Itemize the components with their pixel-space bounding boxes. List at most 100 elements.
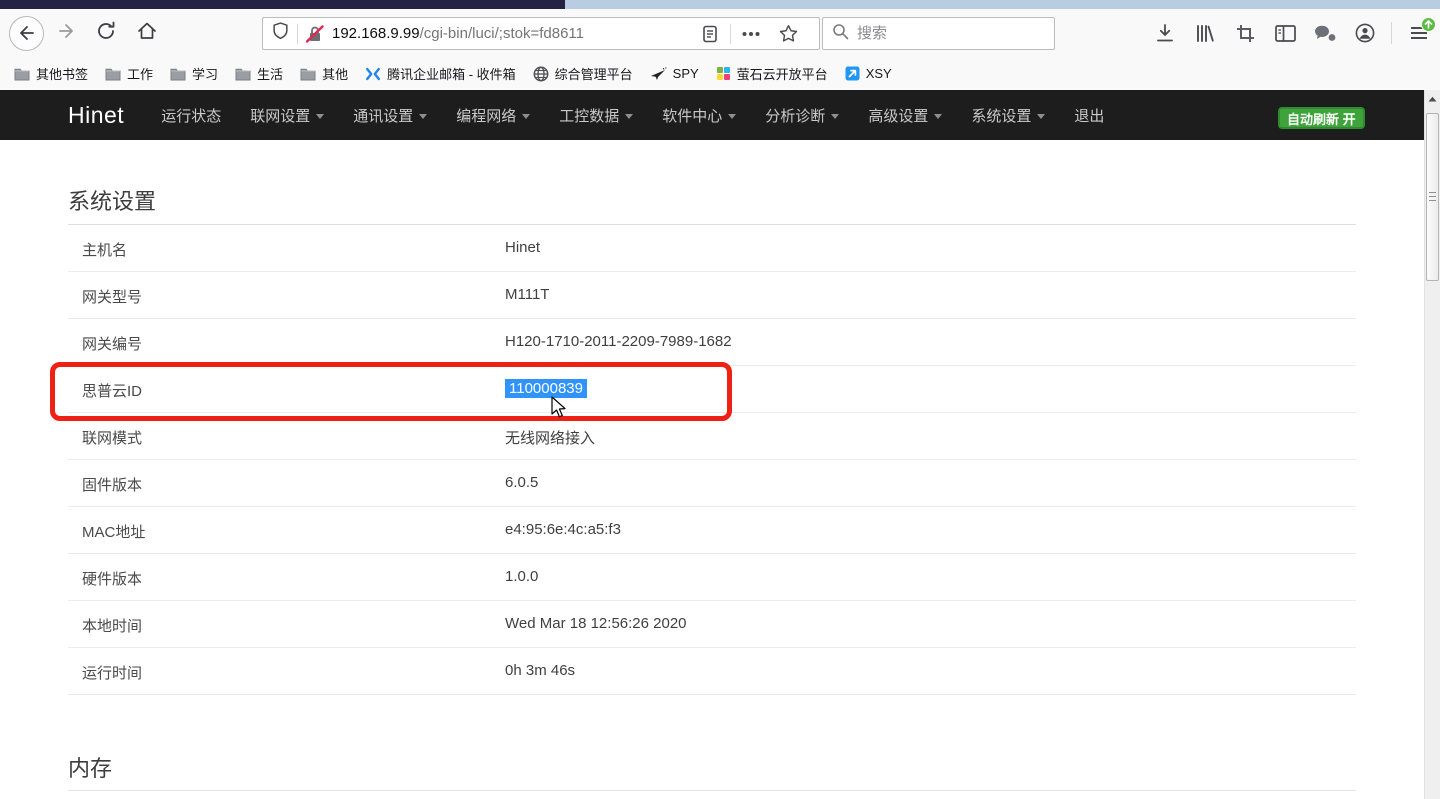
row-value[interactable]: 无线网络接入	[505, 427, 595, 448]
bookmark-label: 其他书签	[36, 64, 88, 83]
row-label: 网关编号	[82, 333, 142, 354]
row-value[interactable]: Hinet	[505, 239, 540, 256]
shield-icon[interactable]	[272, 22, 289, 45]
url-path: /cgi-bin/luci/;stok=fd8611	[420, 25, 584, 42]
update-badge-icon	[1421, 17, 1436, 32]
site-navbar: Hinet 运行状态 联网设置 通讯设置 编程网络 工控数据 软件中心 分析诊断…	[0, 90, 1424, 140]
nav-item-系统设置[interactable]: 系统设置	[971, 105, 1045, 126]
forward-button[interactable]	[50, 9, 84, 57]
chevron-down-icon	[934, 114, 942, 119]
hamburger-menu-button[interactable]	[1400, 9, 1438, 57]
reload-button[interactable]	[90, 9, 124, 57]
row-value[interactable]: H120-1710-2011-2209-7989-1682	[505, 333, 732, 350]
table-row: 硬件版本 1.0.0	[68, 554, 1356, 601]
bookmark-star-button[interactable]	[773, 18, 803, 49]
bookmark-item[interactable]: 其他书签	[14, 64, 88, 83]
row-label: 主机名	[82, 239, 127, 260]
row-value[interactable]: 0h 3m 46s	[505, 662, 575, 679]
nav-menu: 运行状态 联网设置 通讯设置 编程网络 工控数据 软件中心 分析诊断 高级设置 …	[161, 105, 1133, 126]
table-row: 网关编号 H120-1710-2011-2209-7989-1682	[68, 319, 1356, 366]
bookmark-item[interactable]: 萤石云开放平台	[716, 64, 828, 83]
nav-item-通讯设置[interactable]: 通讯设置	[353, 105, 427, 126]
auto-refresh-toggle[interactable]: 自动刷新 开	[1278, 107, 1365, 129]
account-button[interactable]	[1347, 9, 1383, 57]
nav-item-退出[interactable]: 退出	[1074, 105, 1104, 126]
search-box[interactable]	[822, 17, 1055, 50]
row-label: 本地时间	[82, 615, 142, 636]
toolbar-divider	[1391, 22, 1392, 44]
bookmark-item[interactable]: XSY	[845, 66, 892, 81]
chat-bubble-button[interactable]	[1307, 9, 1343, 57]
scrollbar-grip	[1429, 200, 1436, 201]
nav-item-联网设置[interactable]: 联网设置	[250, 105, 324, 126]
row-value[interactable]: 6.0.5	[505, 474, 538, 491]
bookmarks-bar: 其他书签 工作 学习 生活 其他 腾讯企业邮箱 - 收件箱 综合管理平台 SPY…	[0, 57, 1440, 90]
nav-item-运行状态[interactable]: 运行状态	[161, 105, 221, 126]
table-row: 运行时间 0h 3m 46s	[68, 648, 1356, 695]
row-label: 固件版本	[82, 474, 142, 495]
bookmark-item[interactable]: 综合管理平台	[533, 64, 633, 83]
bookmark-item[interactable]: 其他	[300, 64, 348, 83]
folder-icon	[300, 67, 316, 81]
search-input[interactable]	[857, 25, 1027, 42]
back-button[interactable]	[8, 9, 44, 57]
screenshot-button[interactable]	[1227, 9, 1263, 57]
reader-mode-button[interactable]	[697, 18, 723, 49]
row-label: 网关型号	[82, 286, 142, 307]
row-value[interactable]: 1.0.0	[505, 568, 538, 585]
nav-item-分析诊断[interactable]: 分析诊断	[765, 105, 839, 126]
folder-icon	[14, 67, 30, 81]
row-label: MAC地址	[82, 521, 145, 542]
nav-item-label: 通讯设置	[353, 105, 413, 126]
bookmark-label: 生活	[257, 64, 283, 83]
chevron-down-icon	[1037, 114, 1045, 119]
nav-item-label: 编程网络	[456, 105, 516, 126]
nav-item-高级设置[interactable]: 高级设置	[868, 105, 942, 126]
page-content: 系统设置 主机名 Hinet 网关型号 M111T 网关编号 H120-1710…	[0, 140, 1424, 799]
nav-item-label: 联网设置	[250, 105, 310, 126]
row-value[interactable]: Wed Mar 18 12:56:26 2020	[505, 615, 687, 632]
nav-item-工控数据[interactable]: 工控数据	[559, 105, 633, 126]
bookmark-label: 萤石云开放平台	[737, 64, 828, 83]
page-scrollbar[interactable]	[1424, 90, 1440, 799]
red-annotation-box	[50, 362, 732, 421]
page-actions-button[interactable]	[735, 18, 767, 49]
bookmark-item[interactable]: 生活	[235, 64, 283, 83]
table-row: 网关型号 M111T	[68, 272, 1356, 319]
bookmark-item[interactable]: 工作	[105, 64, 153, 83]
search-magnifier-icon	[832, 23, 849, 45]
nav-item-编程网络[interactable]: 编程网络	[456, 105, 530, 126]
bookmark-label: SPY	[673, 66, 699, 81]
home-button[interactable]	[130, 9, 164, 57]
bookmark-item[interactable]: 腾讯企业邮箱 - 收件箱	[365, 64, 516, 83]
urlbar-divider-2	[730, 24, 731, 44]
row-value[interactable]: M111T	[505, 286, 549, 303]
nav-item-label: 运行状态	[161, 105, 221, 126]
sidebar-button[interactable]	[1267, 9, 1303, 57]
plane-icon	[650, 67, 667, 81]
site-logo[interactable]: Hinet	[68, 102, 124, 129]
window-strip-light	[565, 0, 1440, 9]
forward-icon	[57, 21, 77, 46]
chevron-down-icon	[728, 114, 736, 119]
mouse-cursor	[551, 396, 567, 424]
bookmark-label: 工作	[127, 64, 153, 83]
url-bar[interactable]: 192.168.9.99/cgi-bin/luci/;stok=fd8611	[262, 17, 820, 50]
chevron-down-icon	[831, 114, 839, 119]
folder-icon	[105, 67, 121, 81]
scrollbar-up-icon[interactable]	[1425, 92, 1440, 106]
row-value[interactable]: e4:95:6e:4c:a5:f3	[505, 521, 621, 538]
urlbar-divider	[297, 24, 298, 44]
nav-item-label: 高级设置	[868, 105, 928, 126]
nav-item-软件中心[interactable]: 软件中心	[662, 105, 736, 126]
xsy-icon	[845, 66, 860, 81]
scrollbar-thumb[interactable]	[1426, 113, 1439, 281]
nav-item-label: 退出	[1074, 105, 1104, 126]
insecure-lock-icon[interactable]	[306, 25, 324, 43]
bookmark-item[interactable]: SPY	[650, 66, 699, 81]
download-button[interactable]	[1147, 9, 1183, 57]
nav-item-label: 分析诊断	[765, 105, 825, 126]
bookmark-item[interactable]: 学习	[170, 64, 218, 83]
row-label: 运行时间	[82, 662, 142, 683]
library-button[interactable]	[1187, 9, 1223, 57]
